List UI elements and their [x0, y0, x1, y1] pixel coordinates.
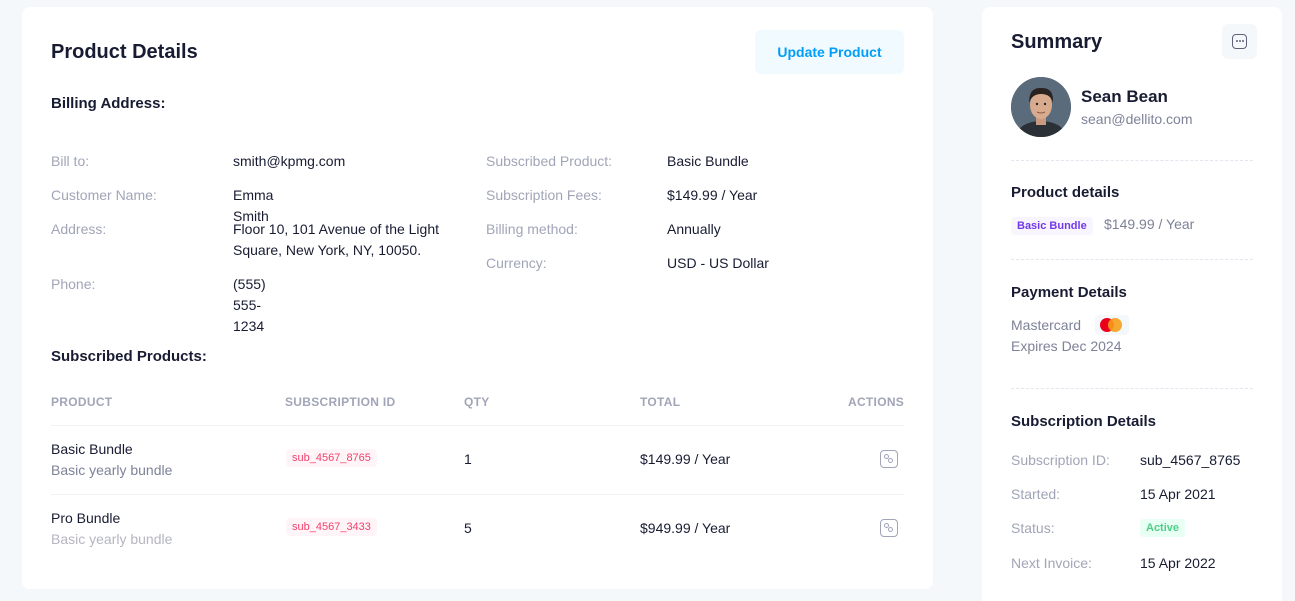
phone-value: (555) 555-1234	[233, 276, 266, 334]
product-name: Basic Bundle	[51, 441, 133, 457]
billing-method-value: Annually	[667, 221, 721, 237]
subscription-fees-value: $149.99 / Year	[667, 187, 758, 203]
product-description: Basic yearly bundle	[51, 531, 173, 547]
subscription-id-badge: sub_4567_3433	[286, 518, 377, 536]
status-label: Status:	[1011, 520, 1055, 536]
started-value: 15 Apr 2021	[1140, 486, 1216, 502]
billing-address-title: Billing Address:	[51, 95, 166, 112]
currency-label: Currency:	[486, 255, 547, 271]
card-type: Mastercard	[1011, 317, 1082, 333]
summary-title: Summary	[1011, 31, 1103, 53]
phone-label: Phone:	[51, 276, 96, 292]
more-icon[interactable]	[1222, 24, 1257, 59]
address-value: Floor 10, 101 Avenue of the Light Square…	[233, 221, 440, 258]
summary-card: Summary Sean Bean sean@dellito.com Produ…	[982, 7, 1282, 601]
product-details-card: Product Details Update Product Billing A…	[22, 7, 933, 589]
subscription-id-label: Subscription ID:	[1011, 452, 1110, 468]
column-header-actions: ACTIONS	[848, 395, 905, 409]
next-invoice-value: 15 Apr 2022	[1140, 555, 1216, 571]
total-cell: $949.99 / Year	[640, 520, 731, 536]
user-name: Sean Bean	[1081, 87, 1168, 106]
product-description: Basic yearly bundle	[51, 462, 173, 478]
subscribed-product-value: Basic Bundle	[667, 153, 749, 169]
subscription-id-value: sub_4567_8765	[1140, 452, 1241, 468]
bundle-badge: Basic Bundle	[1011, 217, 1093, 235]
subscription-fees-label: Subscription Fees:	[486, 187, 602, 203]
column-header-subscription-id: SUBSCRIPTION ID	[285, 395, 396, 409]
next-invoice-label: Next Invoice:	[1011, 555, 1092, 571]
address-label: Address:	[51, 221, 107, 237]
bill-to-value: smith@kpmg.com	[233, 153, 346, 169]
qty-cell: 5	[464, 520, 472, 536]
payment-details-heading: Payment Details	[1011, 284, 1127, 301]
table-row: Pro Bundle Basic yearly bundle sub_4567_…	[51, 494, 904, 563]
page-title: Product Details	[51, 41, 198, 63]
currency-value: USD - US Dollar	[667, 255, 769, 271]
card-expiry: Expires Dec 2024	[1011, 338, 1122, 354]
column-header-product: PRODUCT	[51, 395, 113, 409]
billing-method-label: Billing method:	[486, 221, 578, 237]
subscription-id-badge: sub_4567_8765	[286, 449, 377, 467]
started-label: Started:	[1011, 486, 1061, 502]
divider	[1011, 388, 1253, 389]
product-price: $149.99 / Year	[1104, 216, 1195, 232]
subscribed-product-label: Subscribed Product:	[486, 153, 613, 169]
mastercard-icon	[1095, 315, 1129, 335]
column-header-total: TOTAL	[640, 395, 681, 409]
avatar	[1011, 77, 1071, 137]
qty-cell: 1	[464, 451, 472, 467]
table-row: Basic Bundle Basic yearly bundle sub_456…	[51, 425, 904, 494]
user-email[interactable]: sean@dellito.com	[1081, 111, 1193, 127]
column-header-qty: QTY	[464, 395, 490, 409]
divider	[1011, 160, 1253, 161]
total-cell: $149.99 / Year	[640, 451, 731, 467]
bill-to-label: Bill to:	[51, 153, 90, 169]
customer-name-label: Customer Name:	[51, 187, 157, 203]
product-details-heading: Product details	[1011, 184, 1120, 201]
status-badge: Active	[1140, 519, 1186, 537]
settings-action-icon[interactable]	[880, 519, 898, 537]
subscription-details-heading: Subscription Details	[1011, 413, 1157, 430]
divider	[1011, 259, 1253, 260]
update-product-button[interactable]: Update Product	[755, 30, 904, 74]
product-name: Pro Bundle	[51, 510, 121, 526]
subscribed-products-title: Subscribed Products:	[51, 348, 207, 365]
settings-action-icon[interactable]	[880, 450, 898, 468]
